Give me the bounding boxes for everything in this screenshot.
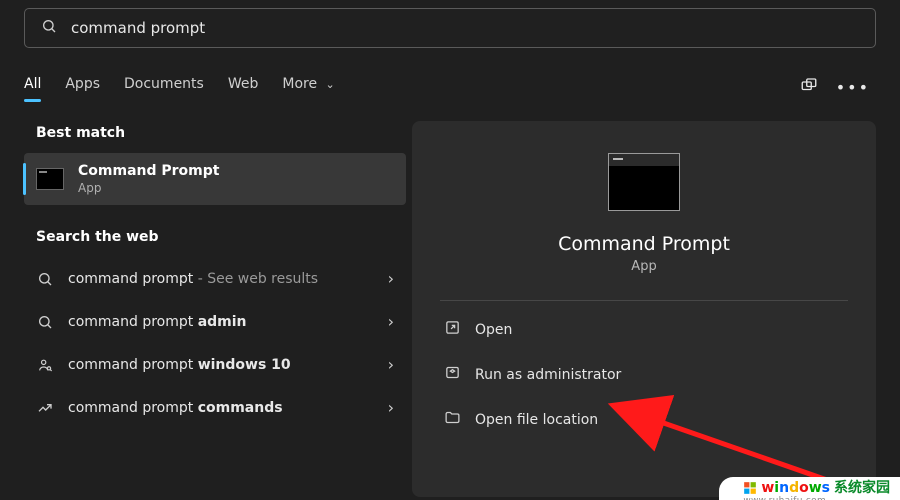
search-icon xyxy=(36,314,54,330)
search-icon xyxy=(41,18,57,38)
web-result-label: command prompt - See web results xyxy=(68,271,374,287)
tab-web[interactable]: Web xyxy=(228,72,259,102)
open-icon xyxy=(444,319,461,340)
chevron-right-icon: › xyxy=(388,355,394,374)
action-open-file-location[interactable]: Open file location xyxy=(440,397,848,442)
best-match-item[interactable]: Command Prompt App xyxy=(24,153,406,205)
tab-apps[interactable]: Apps xyxy=(65,72,100,102)
web-result-item[interactable]: command prompt - See web results › xyxy=(24,257,406,300)
best-match-heading: Best match xyxy=(36,125,406,141)
result-preview-panel: Command Prompt App Open Run as administr… xyxy=(412,121,876,497)
search-input[interactable] xyxy=(71,19,859,37)
results-area: Best match Command Prompt App Search the… xyxy=(0,121,900,497)
devices-icon[interactable] xyxy=(800,76,818,98)
watermark: windows 系统家园 www.ruhaifu.com xyxy=(719,477,900,500)
results-left-column: Best match Command Prompt App Search the… xyxy=(0,121,412,497)
action-label: Open xyxy=(475,322,512,338)
web-result-label: command prompt commands xyxy=(68,400,374,416)
web-result-item[interactable]: command prompt windows 10 › xyxy=(24,343,406,386)
tab-all[interactable]: All xyxy=(24,72,41,102)
web-result-label: command prompt admin xyxy=(68,314,374,330)
best-match-title: Command Prompt xyxy=(78,163,219,179)
web-result-item[interactable]: command prompt admin › xyxy=(24,300,406,343)
tab-more[interactable]: More ⌄ xyxy=(282,72,334,102)
preview-title: Command Prompt xyxy=(440,233,848,255)
tab-more-label: More xyxy=(282,76,317,92)
trending-icon xyxy=(36,400,54,416)
search-web-heading: Search the web xyxy=(36,229,406,245)
chevron-right-icon: › xyxy=(388,312,394,331)
command-prompt-icon xyxy=(36,168,64,190)
watermark-suffix: 系统家园 xyxy=(834,481,890,495)
search-filter-tabs: All Apps Documents Web More ⌄ xyxy=(24,72,800,102)
windows-logo-icon xyxy=(743,481,757,495)
best-match-subtitle: App xyxy=(78,181,219,195)
more-options-icon[interactable]: ••• xyxy=(836,78,870,97)
web-result-item[interactable]: command prompt commands › xyxy=(24,386,406,429)
preview-subtitle: App xyxy=(440,259,848,274)
chevron-right-icon: › xyxy=(388,398,394,417)
search-filter-row: All Apps Documents Web More ⌄ ••• xyxy=(24,72,876,103)
folder-icon xyxy=(444,409,461,430)
tab-documents[interactable]: Documents xyxy=(124,72,204,102)
web-result-label: command prompt windows 10 xyxy=(68,357,374,373)
best-match-text: Command Prompt App xyxy=(78,163,219,195)
chevron-down-icon: ⌄ xyxy=(326,78,335,91)
shield-icon xyxy=(444,364,461,385)
chevron-right-icon: › xyxy=(388,269,394,288)
searchbar[interactable] xyxy=(24,8,876,48)
action-label: Open file location xyxy=(475,412,598,428)
search-icon xyxy=(36,271,54,287)
action-open[interactable]: Open xyxy=(440,307,848,352)
person-search-icon xyxy=(36,357,54,373)
command-prompt-large-icon xyxy=(608,153,680,211)
action-label: Run as administrator xyxy=(475,367,621,383)
action-run-as-administrator[interactable]: Run as administrator xyxy=(440,352,848,397)
divider xyxy=(440,300,848,301)
